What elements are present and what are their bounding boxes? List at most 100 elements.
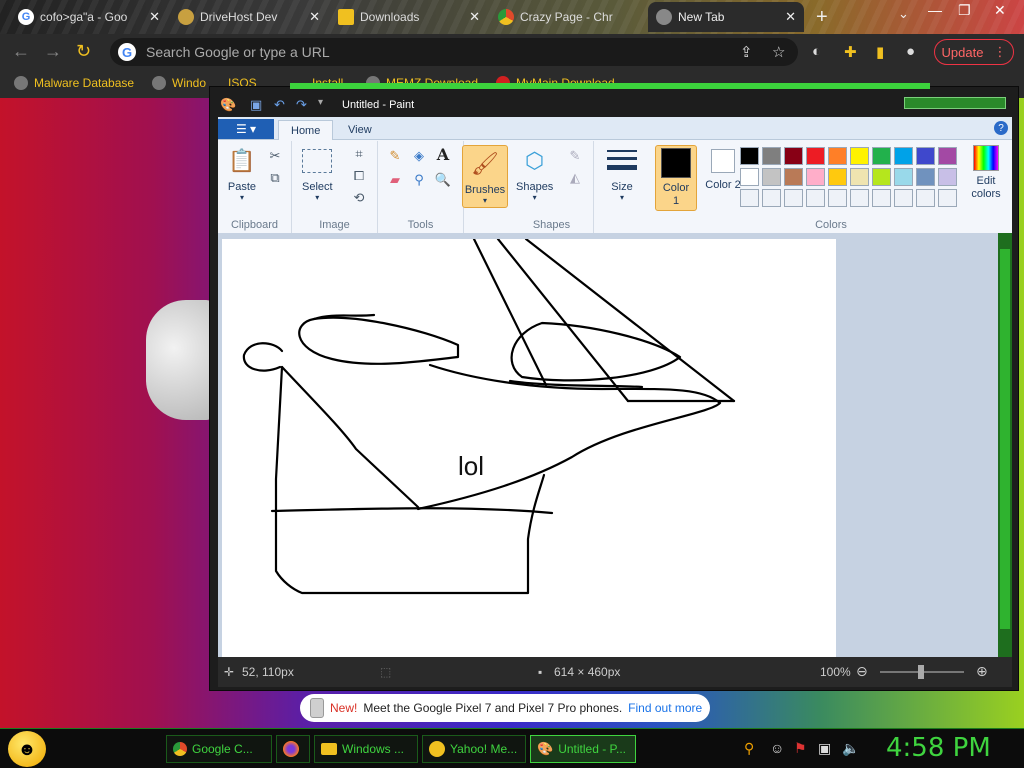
palette-swatch[interactable] (872, 189, 891, 207)
start-button-smiley-icon[interactable]: ☻ (8, 731, 46, 767)
palette-swatch[interactable] (916, 147, 935, 165)
network-icon[interactable]: ▣ (818, 740, 831, 757)
palette-swatch[interactable] (894, 147, 913, 165)
edit-colors-button[interactable]: Edit colors (964, 145, 1008, 201)
palette-swatch[interactable] (828, 168, 847, 186)
taskbar-item-paint[interactable]: 🎨 Untitled - P... (530, 735, 636, 763)
brushes-button[interactable]: 🖌 Brushes ▾ (462, 145, 508, 208)
tab-downloads[interactable]: Downloads ✕ (330, 2, 488, 32)
shapes-button[interactable]: ⬡ Shapes ▾ (516, 145, 553, 202)
forward-icon[interactable]: → (44, 41, 62, 62)
avatar[interactable]: ● (906, 43, 915, 60)
window-buttons[interactable] (904, 97, 1006, 109)
taskbar-item-explorer[interactable]: Windows ... (314, 735, 418, 763)
close-icon[interactable]: ✕ (149, 9, 160, 25)
palette-swatch[interactable] (762, 147, 781, 165)
help-icon[interactable]: ? (994, 121, 1008, 135)
new-tab-button[interactable]: + (816, 6, 828, 29)
palette-swatch[interactable] (916, 189, 935, 207)
update-button[interactable]: Update ⋮ (934, 39, 1014, 65)
palette-swatch[interactable] (850, 147, 869, 165)
palette-swatch[interactable] (740, 147, 759, 165)
flag-icon[interactable]: ⚑ (794, 740, 807, 757)
extensions-icon[interactable]: ✚ (844, 43, 857, 61)
text-icon[interactable]: A (434, 145, 452, 164)
bookmark-star-icon[interactable]: ☆ (772, 43, 785, 61)
palette-swatch[interactable] (784, 168, 803, 186)
pixel-promo-notification[interactable]: New! Meet the Google Pixel 7 and Pixel 7… (300, 694, 710, 722)
quick-access-dropdown-icon[interactable]: ▾ (318, 97, 323, 108)
bookmark-item[interactable]: Windo (152, 76, 206, 90)
eraser-icon[interactable]: ▰ (386, 171, 404, 189)
palette-swatch[interactable] (850, 189, 869, 207)
palette-swatch[interactable] (762, 189, 781, 207)
color2-button[interactable]: Color 2 (702, 145, 744, 192)
drawing-canvas[interactable]: lol (222, 237, 836, 657)
palette-swatch[interactable] (806, 168, 825, 186)
size-button[interactable]: Size ▾ (606, 145, 638, 202)
zoom-out-icon[interactable]: ⊖ (856, 663, 868, 680)
palette-swatch[interactable] (828, 147, 847, 165)
palette-swatch[interactable] (938, 147, 957, 165)
cut-icon[interactable]: ✂ (266, 147, 284, 165)
find-out-more-link[interactable]: Find out more (628, 701, 702, 715)
palette-swatch[interactable] (894, 168, 913, 186)
palette-swatch[interactable] (806, 189, 825, 207)
palette-swatch[interactable] (740, 189, 759, 207)
tab-google[interactable]: G cofo>ga"a - Goo ✕ (10, 2, 168, 32)
reload-icon[interactable]: ↻ (76, 41, 91, 62)
profile-flag-icon[interactable]: ◐ (812, 43, 821, 60)
close-icon[interactable]: ✕ (469, 9, 480, 25)
crop-icon[interactable]: ⌗ (350, 145, 368, 163)
resize-icon[interactable]: ⧠ (350, 167, 368, 185)
share-icon[interactable]: ⇪ (740, 43, 753, 61)
vertical-scrollbar[interactable] (998, 233, 1012, 657)
palette-swatch[interactable] (894, 189, 913, 207)
redo-icon[interactable]: ↷ (296, 97, 307, 113)
search-icon[interactable]: ⚲ (744, 740, 754, 757)
palette-swatch[interactable] (828, 189, 847, 207)
taskbar-item-firefox[interactable] (276, 735, 310, 763)
rotate-icon[interactable]: ⟲ (350, 189, 368, 207)
palette-swatch[interactable] (784, 189, 803, 207)
color1-button[interactable]: Color 1 (655, 145, 697, 211)
tab-drivehost[interactable]: DriveHost Dev ✕ (170, 2, 328, 32)
taskbar-item-yahoo[interactable]: Yahoo! Me... (422, 735, 526, 763)
taskbar-item-chrome[interactable]: Google C... (166, 735, 272, 763)
scroll-thumb[interactable] (1000, 249, 1010, 629)
pencil-icon[interactable]: ✎ (386, 147, 404, 165)
minimize-icon[interactable]: — (928, 2, 942, 18)
palette-swatch[interactable] (938, 189, 957, 207)
close-window-icon[interactable]: ✕ (994, 2, 1006, 19)
select-button[interactable]: Select ▾ (302, 145, 333, 202)
palette-swatch[interactable] (872, 147, 891, 165)
close-icon[interactable]: ✕ (785, 9, 796, 25)
file-menu-button[interactable]: ☰ ▾ (218, 119, 274, 139)
palette-swatch[interactable] (806, 147, 825, 165)
copy-icon[interactable]: ⧉ (266, 169, 284, 187)
save-icon[interactable]: ▣ (250, 97, 262, 113)
side-panel-icon[interactable]: ▮ (876, 43, 884, 61)
tab-search-icon[interactable]: ⌄ (898, 6, 909, 22)
bookmark-item[interactable]: Malware Database (14, 76, 134, 90)
tab-view[interactable]: View (336, 120, 384, 140)
messenger-tray-icon[interactable]: ☺ (770, 740, 784, 756)
zoom-slider-thumb[interactable] (918, 665, 924, 679)
zoom-in-icon[interactable]: ⊕ (976, 663, 988, 680)
paste-button[interactable]: 📋 Paste ▾ (226, 145, 258, 202)
palette-swatch[interactable] (784, 147, 803, 165)
volume-icon[interactable]: 🔈 (842, 740, 859, 757)
omnibox[interactable]: G Search Google or type a URL (110, 38, 798, 66)
tab-home[interactable]: Home (278, 120, 334, 140)
tab-new-tab[interactable]: New Tab ✕ (648, 2, 804, 32)
fill-shape-icon[interactable]: ◭ (566, 169, 584, 187)
palette-swatch[interactable] (938, 168, 957, 186)
outline-icon[interactable]: ✎ (566, 147, 584, 165)
restore-icon[interactable]: ❐ (958, 2, 971, 19)
tab-crazy-page[interactable]: Crazy Page - Chr (490, 2, 646, 32)
palette-swatch[interactable] (762, 168, 781, 186)
palette-swatch[interactable] (916, 168, 935, 186)
palette-swatch[interactable] (872, 168, 891, 186)
color-picker-icon[interactable]: ⚲ (410, 171, 428, 189)
palette-swatch[interactable] (850, 168, 869, 186)
